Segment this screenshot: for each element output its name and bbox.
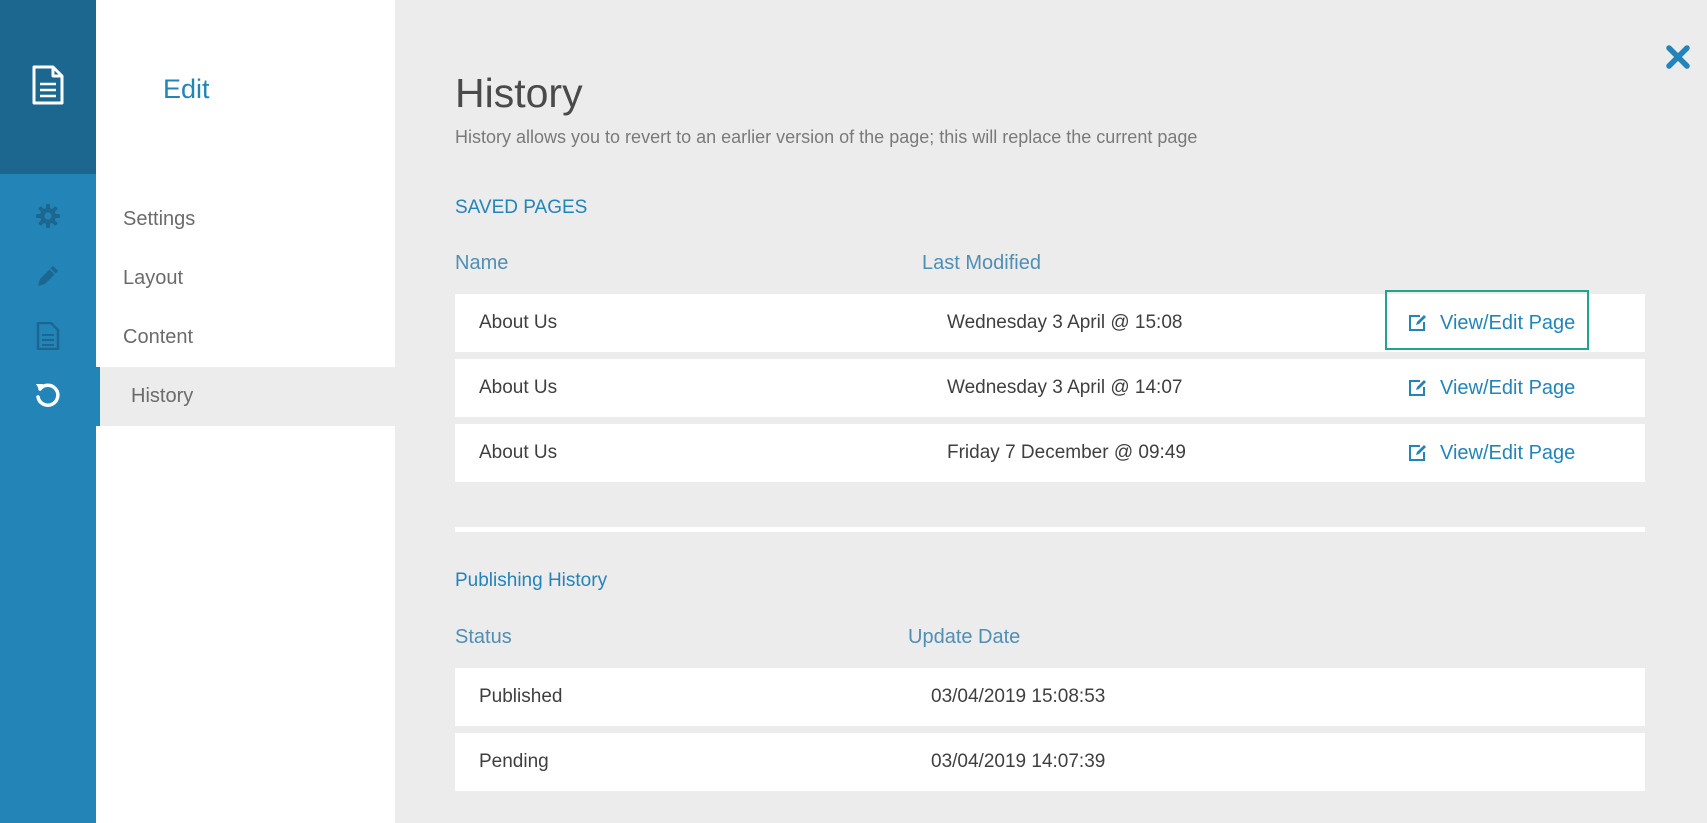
saved-page-row: About Us Wednesday 3 April @ 14:07 View/…: [455, 359, 1645, 417]
column-header-status: Status: [455, 626, 512, 648]
publishing-history-heading: Publishing History: [455, 570, 608, 591]
section-divider: [455, 527, 1645, 532]
icon-rail: [0, 0, 96, 823]
history-icon[interactable]: [0, 375, 96, 415]
saved-page-modified: Wednesday 3 April @ 15:08: [947, 312, 1183, 333]
publishing-status: Published: [479, 686, 563, 707]
column-header-name: Name: [455, 252, 509, 274]
subnav-item-history[interactable]: History: [96, 367, 395, 426]
publishing-date: 03/04/2019 15:08:53: [931, 686, 1106, 707]
edit-icon: [1409, 380, 1426, 396]
subnav-item-layout[interactable]: Layout: [96, 249, 395, 308]
view-edit-page-label: View/Edit Page: [1440, 376, 1576, 399]
document-icon[interactable]: [31, 65, 65, 110]
edit-icon: [1409, 315, 1426, 331]
saved-page-name: About Us: [479, 377, 558, 398]
view-edit-page-button[interactable]: View/Edit Page: [1408, 424, 1575, 482]
close-icon[interactable]: [1661, 40, 1695, 74]
publishing-row: Published 03/04/2019 15:08:53: [455, 668, 1645, 726]
gear-icon[interactable]: [0, 196, 96, 236]
saved-page-name: About Us: [479, 442, 558, 463]
pencil-icon[interactable]: [0, 256, 96, 296]
page-description: History allows you to revert to an earli…: [455, 127, 1198, 147]
publishing-date: 03/04/2019 14:07:39: [931, 751, 1106, 772]
saved-page-row: About Us Friday 7 December @ 09:49 View/…: [455, 424, 1645, 482]
edit-icon: [1409, 445, 1426, 461]
column-header-update-date: Update Date: [908, 626, 1021, 648]
saved-page-name: About Us: [479, 312, 558, 333]
saved-pages-heading: SAVED PAGES: [455, 197, 588, 218]
view-edit-page-label: View/Edit Page: [1440, 311, 1576, 334]
edit-subnav: Edit Settings Layout Content History: [96, 0, 395, 823]
saved-page-row: About Us Wednesday 3 April @ 15:08 View/…: [455, 290, 1645, 352]
column-header-last-modified: Last Modified: [922, 252, 1041, 274]
page-icon[interactable]: [0, 316, 96, 356]
saved-page-modified: Wednesday 3 April @ 14:07: [947, 377, 1183, 398]
history-panel: History History allows you to revert to …: [395, 0, 1707, 823]
publishing-row: Pending 03/04/2019 14:07:39: [455, 733, 1645, 791]
view-edit-page-button[interactable]: View/Edit Page: [1408, 294, 1575, 352]
subnav-item-content[interactable]: Content: [96, 308, 395, 367]
publishing-status: Pending: [479, 751, 549, 772]
saved-page-modified: Friday 7 December @ 09:49: [947, 442, 1186, 463]
view-edit-page-label: View/Edit Page: [1440, 441, 1576, 464]
view-edit-page-button[interactable]: View/Edit Page: [1408, 359, 1575, 417]
subnav-title: Edit: [163, 74, 210, 104]
page-title: History: [455, 70, 583, 116]
rail-header: [0, 0, 96, 174]
subnav-item-settings[interactable]: Settings: [96, 190, 395, 249]
